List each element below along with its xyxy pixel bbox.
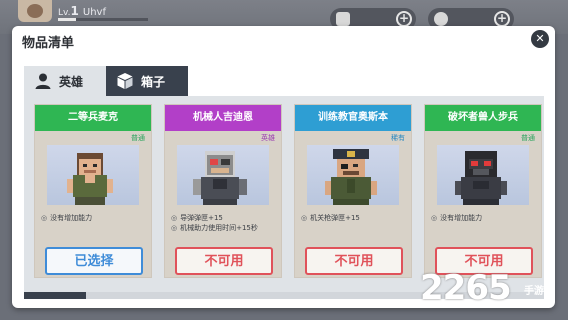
tab-bar: 英雄 箱子 xyxy=(24,66,188,96)
inventory-modal: 物品清单 ✕ 英雄 箱子 二等兵麦克 普通 ◎ 没有增加能力 已选择 机械人吉迪… xyxy=(12,26,555,308)
hero-card[interactable]: 二等兵麦克 普通 没有增加能力 已选择 xyxy=(34,104,152,278)
card-rarity: 稀有 xyxy=(391,134,405,142)
hero-portrait xyxy=(177,145,269,205)
card-rarity: 英雄 xyxy=(261,134,275,142)
perk-text: 机械助力使用时间+15秒 xyxy=(171,223,258,233)
card-name: 训练教官奥斯本 xyxy=(295,105,411,131)
card-rarity: 普通 xyxy=(521,134,535,142)
perk-text: 导弹弹匣+15 xyxy=(171,213,223,223)
player-level: Lv.1 Uhvf xyxy=(58,4,106,18)
level-progress-bar xyxy=(58,18,148,21)
box-icon xyxy=(117,73,133,89)
watermark-site: 手游网 xyxy=(524,286,554,297)
coin-resource-icon xyxy=(434,12,448,26)
card-rarity: 普通 xyxy=(131,134,145,142)
hero-card[interactable]: 破坏者兽人步兵 普通 没有增加能力 不可用 xyxy=(424,104,542,278)
level-prefix: Lv. xyxy=(58,8,71,18)
scrollbar-thumb[interactable] xyxy=(24,292,86,299)
card-name: 二等兵麦克 xyxy=(35,105,151,131)
tab-boxes[interactable]: 箱子 xyxy=(106,66,188,96)
box-resource-icon xyxy=(336,12,350,26)
person-icon xyxy=(35,73,51,89)
username: Uhvf xyxy=(82,7,106,18)
level-number: 1 xyxy=(70,4,79,18)
hero-portrait xyxy=(307,145,399,205)
hero-portrait xyxy=(437,145,529,205)
add-box-button[interactable]: + xyxy=(396,11,412,27)
tab-boxes-label: 箱子 xyxy=(141,74,166,89)
card-name: 机械人吉迪恩 xyxy=(165,105,281,131)
selected-button[interactable]: 已选择 xyxy=(45,247,143,275)
watermark-logo: 2265 xyxy=(420,268,512,308)
hero-card-list: 二等兵麦克 普通 没有增加能力 已选择 xyxy=(24,96,544,292)
unavailable-button[interactable]: 不可用 xyxy=(305,247,403,275)
perk-text: 机关枪弹匣+15 xyxy=(301,213,360,223)
hero-card[interactable]: 训练教官奥斯本 稀有 机关枪弹匣+15 不可用 xyxy=(294,104,412,278)
perk-text: 没有增加能力 xyxy=(41,213,92,223)
tab-heroes-label: 英雄 xyxy=(59,74,84,89)
card-name: 破坏者兽人步兵 xyxy=(425,105,541,131)
hero-card[interactable]: 机械人吉迪恩 英雄 导弹弹匣+15 机械助力使用时间+15秒 不可用 xyxy=(164,104,282,278)
close-icon: ✕ xyxy=(535,32,545,45)
unavailable-button[interactable]: 不可用 xyxy=(175,247,273,275)
tab-heroes[interactable]: 英雄 xyxy=(24,66,106,96)
modal-title: 物品清单 xyxy=(22,36,75,51)
avatar[interactable] xyxy=(18,0,52,22)
close-button[interactable]: ✕ xyxy=(531,30,549,48)
perk-text: 没有增加能力 xyxy=(431,213,482,223)
add-coin-button[interactable]: + xyxy=(494,11,510,27)
hero-portrait xyxy=(47,145,139,205)
